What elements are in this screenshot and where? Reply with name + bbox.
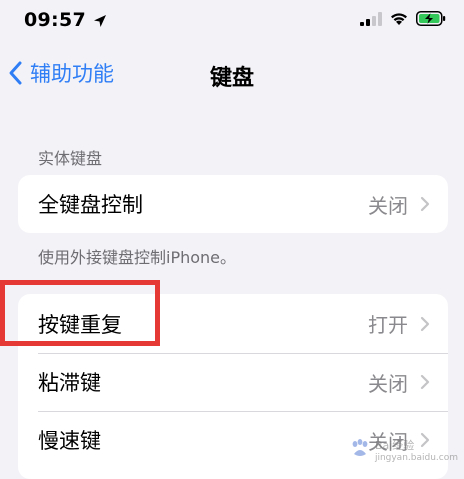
chevron-right-icon [420,196,430,212]
baidu-paw-logo-icon [349,438,371,464]
wifi-icon [389,11,409,30]
battery-charging-icon [416,11,446,30]
row-value: 关闭 [368,193,408,218]
chevron-right-icon [420,374,430,390]
full-keyboard-card: 全键盘控制 关闭 [18,175,448,233]
row-label: 全键盘控制 [38,193,143,217]
location-arrow-icon [92,12,108,28]
cellular-signal-icon [360,11,382,30]
status-icons [360,11,446,30]
highlight-annotation [0,280,160,346]
navigation-bar: 辅助功能 键盘 [0,44,464,104]
row-value: 关闭 [368,371,408,396]
watermark-url: jingyan.baidu.com [374,453,458,463]
watermark: Bai经验 jingyan.baidu.com [349,438,458,464]
page-title: 键盘 [209,66,254,91]
row-label: 粘滞键 [38,371,101,395]
section-footer-full-keyboard: 使用外接键盘控制iPhone。 [38,248,237,267]
time-text: 09:57 [24,9,86,31]
row-value: 打开 [368,313,408,337]
status-time: 09:57 [24,9,108,31]
row-label: 慢速键 [38,429,101,453]
sticky-keys-row[interactable]: 粘滞键 关闭 [18,353,448,411]
chevron-right-icon [420,316,430,332]
section-header-physical-keyboard: 实体键盘 [38,149,103,168]
watermark-text: Bai经验 [374,439,415,452]
status-bar: 09:57 [0,0,464,44]
full-keyboard-control-row[interactable]: 全键盘控制 关闭 [18,175,448,233]
